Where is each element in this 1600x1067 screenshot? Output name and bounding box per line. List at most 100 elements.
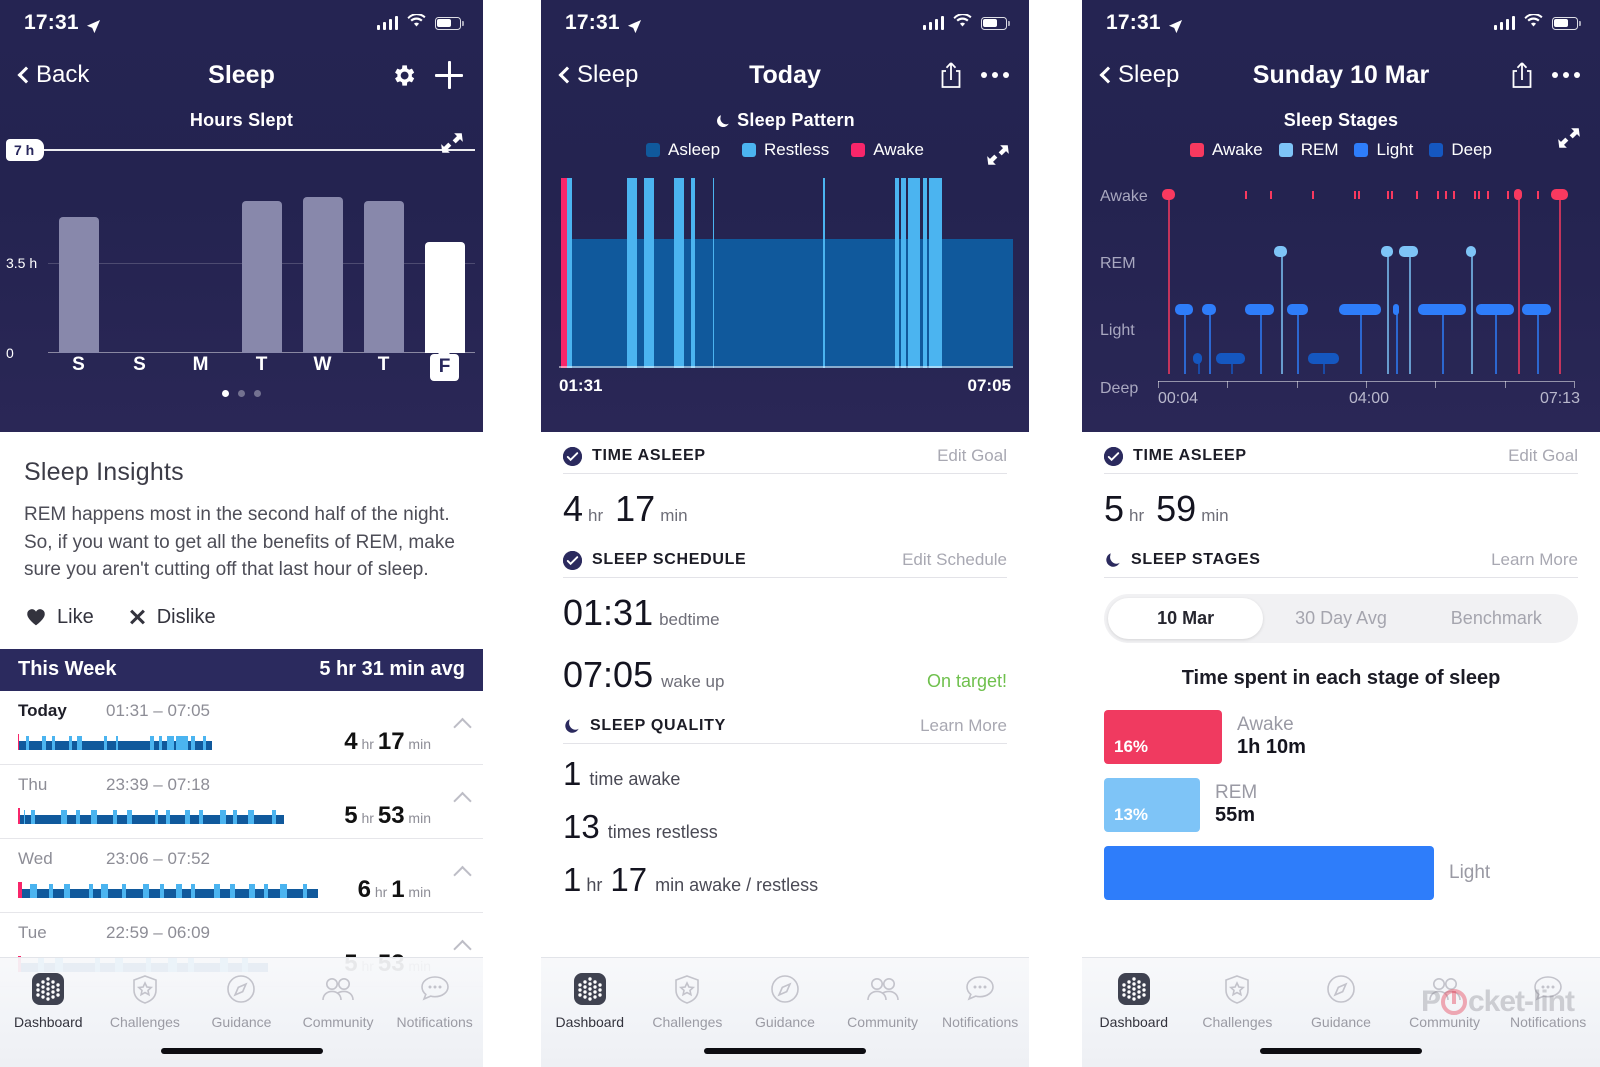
edit-goal-link-3[interactable]: Edit Goal <box>1508 446 1578 466</box>
learn-more-link[interactable]: Learn More <box>920 716 1007 736</box>
x-axis-tick: W <box>292 354 353 381</box>
night-row-header: Thu 23:39 – 07:18 <box>18 775 465 795</box>
awake-restless-hours: 1 <box>563 861 582 898</box>
gear-icon[interactable] <box>390 62 417 89</box>
bar-column[interactable] <box>170 173 231 353</box>
night-range: 23:06 – 07:52 <box>106 848 210 868</box>
panel-gap-1 <box>483 0 541 1067</box>
tab-challenges[interactable]: Challenges <box>97 971 194 1030</box>
bar-column[interactable] <box>353 173 414 353</box>
pattern-segment <box>694 238 713 368</box>
tab-notifications[interactable]: Notifications <box>931 971 1029 1030</box>
awake-tick <box>1486 190 1489 199</box>
night-hours: 4 <box>344 727 358 755</box>
hypnogram-segment <box>29 740 43 750</box>
axis-tick <box>1435 381 1437 388</box>
star-shield-icon <box>133 975 157 1004</box>
phone-panel-today-detail: 17:31 Sleep Today Sleep Pattern Asleep R… <box>541 0 1029 1067</box>
page-dot[interactable] <box>238 390 245 397</box>
bar-column[interactable] <box>48 173 109 353</box>
expand-icon[interactable] <box>985 142 1011 168</box>
stage-name: Awake <box>1237 713 1294 735</box>
moon-icon <box>563 718 580 735</box>
tab-community[interactable]: Community <box>290 971 387 1030</box>
back-button[interactable]: Back <box>17 61 89 89</box>
share-icon[interactable] <box>1510 61 1534 89</box>
add-icon[interactable] <box>435 61 463 89</box>
segment-benchmark[interactable]: Benchmark <box>1419 598 1574 639</box>
page-dot[interactable] <box>254 390 261 397</box>
page-dots[interactable] <box>0 390 483 397</box>
tab-community[interactable]: Community <box>834 971 932 1030</box>
tab-guidance[interactable]: Guidance <box>736 971 834 1030</box>
tab-dashboard[interactable]: Dashboard <box>0 971 97 1030</box>
night-minutes: 53 <box>377 801 405 829</box>
moon-icon <box>715 113 730 128</box>
back-button-3[interactable]: Sleep <box>1099 61 1179 89</box>
bar-column[interactable] <box>109 173 170 353</box>
awake-tick <box>1478 190 1481 199</box>
pocket-lint-watermark: Pcket-lint <box>1420 985 1575 1018</box>
share-icon[interactable] <box>939 61 963 89</box>
segment-10-mar[interactable]: 10 Mar <box>1108 598 1264 639</box>
edit-goal-link[interactable]: Edit Goal <box>937 446 1007 466</box>
status-right-3 <box>1493 12 1581 33</box>
edit-schedule-link[interactable]: Edit Schedule <box>902 550 1007 570</box>
more-dots-icon[interactable] <box>1552 72 1580 78</box>
dislike-button[interactable]: Dislike <box>128 606 216 629</box>
bar-column[interactable] <box>292 173 353 353</box>
night-row[interactable]: Today 01:31 – 07:05 4 hr 17 min <box>0 691 483 765</box>
tab-dashboard[interactable]: Dashboard <box>1082 971 1186 1030</box>
page-dot[interactable] <box>222 390 229 397</box>
tab-notifications[interactable]: Notifications <box>386 971 483 1030</box>
hypnogram-connector <box>1441 312 1444 374</box>
bar <box>424 242 465 353</box>
night-row[interactable]: Thu 23:39 – 07:18 5 hr 53 min <box>0 765 483 839</box>
hypnogram-connector <box>1408 254 1411 374</box>
bar-column[interactable] <box>231 173 292 353</box>
compass-icon <box>767 971 803 1007</box>
status-right <box>376 12 464 33</box>
night-row[interactable]: Wed 23:06 – 07:52 6 hr 1 min <box>0 839 483 913</box>
sleep-pattern-title-text: Sleep Pattern <box>737 110 855 130</box>
tab-dashboard[interactable]: Dashboard <box>541 971 639 1030</box>
hypnogram-connector <box>1536 312 1539 374</box>
tab-guidance[interactable]: Guidance <box>1289 971 1393 1030</box>
tab-label: Challenges <box>109 1014 180 1030</box>
chevron-left-icon <box>558 66 576 84</box>
panel2-navbar: Sleep Today <box>541 46 1029 104</box>
bar-column[interactable] <box>414 173 475 353</box>
tab-challenges[interactable]: Challenges <box>1186 971 1290 1030</box>
stage-bar <box>1104 846 1434 900</box>
legend-label: Restless <box>764 140 830 159</box>
pattern-segment <box>908 178 920 368</box>
stage-axis-label: Awake <box>1100 187 1148 205</box>
expand-icon[interactable] <box>1556 125 1582 151</box>
fitbit-dashboard-icon <box>30 971 66 1007</box>
tab-guidance[interactable]: Guidance <box>193 971 290 1030</box>
panel1-body: Sleep Insights REM happens most in the s… <box>0 432 483 987</box>
hypnogram-connector <box>1197 361 1200 374</box>
hypnogram-segment <box>107 888 123 898</box>
stages-segmented-control[interactable]: 10 Mar 30 Day Avg Benchmark <box>1104 594 1578 643</box>
sleep-insights-card: Sleep Insights REM happens most in the s… <box>0 432 483 584</box>
night-hr-unit: hr <box>357 809 378 826</box>
pattern-segment <box>942 238 1013 368</box>
awake-tick <box>1245 190 1248 199</box>
dislike-label: Dislike <box>156 605 216 628</box>
back-button-2[interactable]: Sleep <box>558 61 638 89</box>
stage-value: 1h 10m <box>1237 736 1306 759</box>
tab-label: Guidance <box>211 1014 272 1030</box>
tab-challenges[interactable]: Challenges <box>639 971 737 1030</box>
like-button[interactable]: Like <box>26 606 94 629</box>
awake-tick <box>1453 190 1456 199</box>
more-dots-icon[interactable] <box>981 72 1009 78</box>
awake-tick <box>1353 190 1356 199</box>
time-asleep-header: TIME ASLEEP Edit Goal <box>563 432 1007 474</box>
learn-more-link-3[interactable]: Learn More <box>1491 550 1578 570</box>
sleep-schedule-header: SLEEP SCHEDULE Edit Schedule <box>563 536 1007 578</box>
hypnogram-connector <box>1559 196 1562 374</box>
legend-item: Asleep <box>646 140 720 160</box>
pattern-segment <box>654 238 674 368</box>
segment-30-day-avg[interactable]: 30 Day Avg <box>1263 598 1418 639</box>
